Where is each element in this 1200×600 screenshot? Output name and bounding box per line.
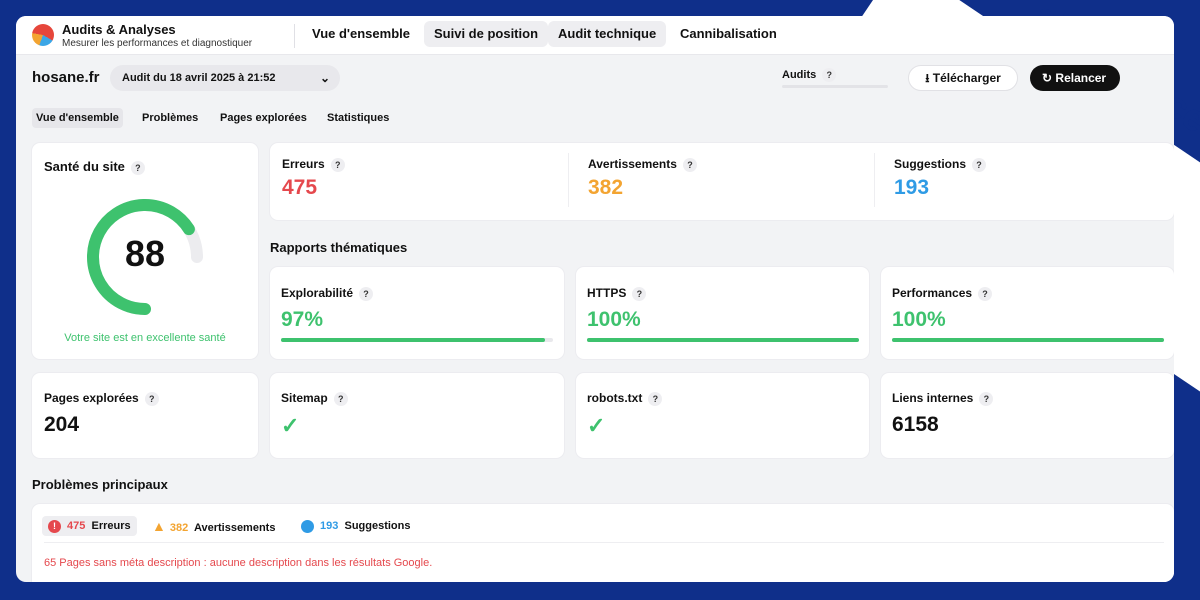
download-icon: ⭳ [925, 71, 930, 85]
errors-count: 475 [282, 175, 318, 199]
main-problems-title: Problèmes principaux [32, 477, 168, 492]
crawled-pages-count: 204 [44, 413, 80, 436]
report-card-https[interactable]: HTTPS? 100% [576, 267, 869, 359]
error-icon: ! [48, 519, 61, 533]
warnings-filter[interactable]: ▲ 382 Avertissements [146, 516, 281, 536]
app-subtitle: Mesurer les performances et diagnostique… [62, 38, 253, 49]
crawled-pages-card: Pages explorées? 204 [32, 373, 258, 458]
errors-summary: Erreurs? 475 [282, 157, 345, 200]
report-card-performance[interactable]: Performances? 100% [881, 267, 1174, 359]
nav-tab-technical-audit[interactable]: Audit technique [548, 21, 667, 47]
check-icon: ✓ [587, 413, 606, 438]
report-value: 97% [281, 308, 324, 331]
refresh-icon: ↻ [1042, 71, 1053, 85]
robots-card: robots.txt? ✓ [576, 373, 869, 458]
app-title: Audits & Analyses [62, 22, 176, 37]
problem-item[interactable]: 65 Pages sans méta description : aucune … [44, 557, 432, 569]
report-progress-bar [281, 338, 553, 342]
help-icon[interactable]: ? [333, 391, 348, 406]
top-bar: Audits & Analyses Mesurer les performanc… [16, 16, 1174, 55]
warnings-count: 382 [588, 175, 624, 199]
comment-icon [301, 519, 314, 533]
relaunch-button[interactable]: ↻ Relancer [1030, 65, 1120, 91]
nav-tab-position-tracking[interactable]: Suivi de position [424, 21, 549, 47]
site-health-title: Santé du site? [44, 159, 145, 175]
site-health-card: Santé du site? 88 Votre site est en exce… [32, 143, 258, 359]
report-value: 100% [892, 308, 946, 331]
subtab-problems[interactable]: Problèmes [138, 108, 202, 128]
thematic-reports-title: Rapports thématiques [270, 240, 408, 255]
check-icon: ✓ [281, 413, 300, 438]
chevron-down-icon: ⌄ [319, 71, 330, 85]
app-window: Audits & Analyses Mesurer les performanc… [16, 16, 1174, 582]
site-domain: hosane.fr [32, 69, 100, 86]
audits-progress-line [782, 85, 888, 88]
suggestions-summary: Suggestions? 193 [894, 157, 987, 200]
help-icon[interactable]: ? [359, 286, 374, 301]
help-icon[interactable]: ? [330, 157, 345, 172]
warnings-summary: Avertissements? 382 [588, 157, 697, 200]
internal-links-card: Liens internes? 6158 [881, 373, 1174, 458]
audit-date-value: Audit du 18 avril 2025 à 21:52 [122, 72, 276, 84]
report-value: 100% [587, 308, 641, 331]
suggestions-filter[interactable]: 193 Suggestions [295, 516, 417, 536]
help-icon[interactable]: ? [144, 391, 159, 406]
help-icon[interactable]: ? [130, 160, 145, 175]
summary-card: Erreurs? 475 Avertissements? 382 Suggest… [270, 143, 1174, 220]
help-icon[interactable]: ? [822, 68, 837, 82]
internal-links-count: 6158 [892, 413, 939, 436]
help-icon[interactable]: ? [648, 391, 663, 406]
help-icon[interactable]: ? [682, 157, 697, 172]
help-icon[interactable]: ? [979, 391, 994, 406]
sitemap-card: Sitemap? ✓ [270, 373, 564, 458]
errors-filter[interactable]: ! 475 Erreurs [42, 516, 137, 536]
nav-tab-cannibalization[interactable]: Cannibalisation [670, 21, 787, 47]
help-icon[interactable]: ? [978, 286, 993, 301]
subtab-overview[interactable]: Vue d'ensemble [32, 108, 123, 128]
download-button[interactable]: ⭳ Télécharger [908, 65, 1018, 91]
report-card-crawlability[interactable]: Explorabilité? 97% [270, 267, 564, 359]
warning-icon: ▲ [152, 518, 166, 534]
report-progress-bar [892, 338, 1164, 342]
audits-label: Audits? [782, 68, 837, 82]
suggestions-count: 193 [894, 175, 930, 199]
help-icon[interactable]: ? [632, 286, 647, 301]
divider [294, 24, 295, 48]
audit-header: hosane.fr Audit du 18 avril 2025 à 21:52… [16, 55, 1174, 105]
subtab-crawled-pages[interactable]: Pages explorées [216, 108, 311, 128]
health-message: Votre site est en excellente santé [64, 332, 226, 344]
audit-date-select[interactable]: Audit du 18 avril 2025 à 21:52 ⌄ [110, 65, 340, 91]
app-logo [32, 24, 54, 46]
nav-tab-overview[interactable]: Vue d'ensemble [302, 21, 420, 47]
report-progress-bar [587, 338, 859, 342]
health-score: 88 [124, 233, 166, 274]
divider [44, 542, 1164, 543]
subtab-statistics[interactable]: Statistiques [323, 108, 393, 128]
help-icon[interactable]: ? [972, 157, 987, 172]
